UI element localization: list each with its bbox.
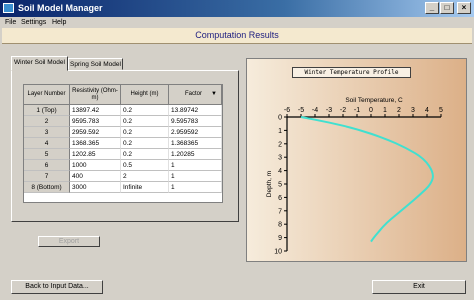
y-tick-label: 8 — [278, 222, 282, 229]
y-tick-label: 9 — [278, 235, 282, 242]
x-tick-label: 3 — [411, 107, 415, 114]
y-tick-label: 4 — [278, 168, 282, 175]
x-tick-label: -1 — [354, 107, 360, 114]
y-axis-label: Depth, m — [266, 171, 273, 197]
y-tick-label: 1 — [278, 128, 282, 135]
y-tick-label: 7 — [278, 208, 282, 215]
y-tick-label: 2 — [278, 141, 282, 148]
y-tick-label: 5 — [278, 182, 282, 189]
temperature-series-line — [300, 116, 434, 243]
x-tick-label: -3 — [326, 107, 332, 114]
temperature-chart: -6 -5 -4 -3 -2 -1 0 1 2 3 4 5 0 1 2 3 4 5 6 7 8 9 10 Soil Tempe… — [266, 97, 443, 256]
y-tick-label: 10 — [274, 249, 282, 256]
tab-winter-soil-model[interactable]: Winter Soil Model — [11, 56, 68, 71]
y-tick-label: 0 — [278, 115, 282, 122]
x-tick-label: 4 — [425, 107, 429, 114]
x-tick-label: -4 — [312, 107, 318, 114]
x-axis-label: Soil Temperature, C — [345, 97, 403, 104]
x-tick-label: 5 — [439, 107, 443, 114]
x-tick-label: -5 — [298, 107, 304, 114]
y-tick-label: 6 — [278, 195, 282, 202]
x-tick-label: 2 — [397, 107, 401, 114]
y-tick-label: 3 — [278, 155, 282, 162]
x-tick-label: -2 — [340, 107, 346, 114]
x-tick-label: 1 — [383, 107, 387, 114]
x-tick-label: 0 — [369, 107, 373, 114]
x-tick-label: -6 — [284, 107, 290, 114]
